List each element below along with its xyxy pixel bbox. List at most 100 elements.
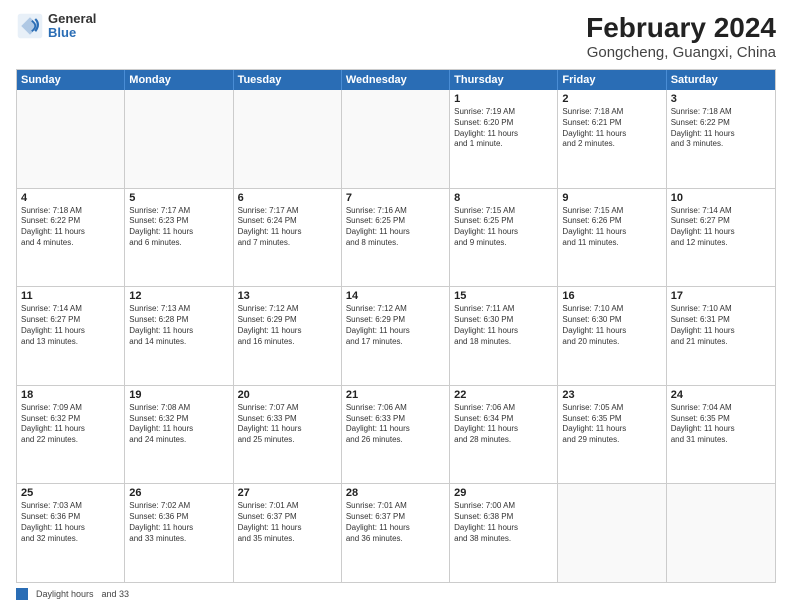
day-number: 20 [238, 389, 337, 401]
legend-suffix: and 33 [102, 589, 130, 599]
day-info: Sunrise: 7:06 AM Sunset: 6:34 PM Dayligh… [454, 403, 553, 446]
cal-header-cell: Wednesday [342, 70, 450, 90]
day-info: Sunrise: 7:17 AM Sunset: 6:23 PM Dayligh… [129, 206, 228, 249]
title-block: February 2024 Gongcheng, Guangxi, China [586, 12, 776, 61]
cal-header-cell: Monday [125, 70, 233, 90]
cal-week: 18 Sunrise: 7:09 AM Sunset: 6:32 PM Dayli… [17, 386, 775, 485]
cal-cell: 11 Sunrise: 7:14 AM Sunset: 6:27 PM Dayli… [17, 287, 125, 385]
day-info: Sunrise: 7:18 AM Sunset: 6:21 PM Dayligh… [562, 107, 661, 150]
day-number: 13 [238, 290, 337, 302]
header: General Blue February 2024 Gongcheng, Gu… [16, 12, 776, 61]
cal-cell: 26Sunrise: 7:02 AM Sunset: 6:36 PM Dayli… [125, 484, 233, 582]
day-info: Sunrise: 7:03 AM Sunset: 6:36 PM Dayligh… [21, 501, 120, 544]
day-number: 8 [454, 192, 553, 204]
cal-cell: 5 Sunrise: 7:17 AM Sunset: 6:23 PM Daylig… [125, 189, 233, 287]
legend: Daylight hours and 33 [16, 588, 776, 600]
day-info: Sunrise: 7:05 AM Sunset: 6:35 PM Dayligh… [562, 403, 661, 446]
day-number: 24 [671, 389, 771, 401]
cal-cell: 18 Sunrise: 7:09 AM Sunset: 6:32 PM Dayli… [17, 386, 125, 484]
cal-week: 11 Sunrise: 7:14 AM Sunset: 6:27 PM Dayli… [17, 287, 775, 386]
legend-box [16, 588, 28, 600]
cal-header-cell: Saturday [667, 70, 775, 90]
day-info: Sunrise: 7:08 AM Sunset: 6:32 PM Dayligh… [129, 403, 228, 446]
legend-label: Daylight hours [36, 589, 94, 599]
cal-cell: 10 Sunrise: 7:14 AM Sunset: 6:27 PM Dayli… [667, 189, 775, 287]
cal-cell: 27 Sunrise: 7:01 AM Sunset: 6:37 PM Dayli… [234, 484, 342, 582]
day-info: Sunrise: 7:10 AM Sunset: 6:30 PM Dayligh… [562, 304, 661, 347]
page: General Blue February 2024 Gongcheng, Gu… [0, 0, 792, 612]
day-number: 7 [346, 192, 445, 204]
calendar-header: SundayMondayTuesdayWednesdayThursdayFrid… [17, 70, 775, 90]
day-number: 14 [346, 290, 445, 302]
day-info: Sunrise: 7:09 AM Sunset: 6:32 PM Dayligh… [21, 403, 120, 446]
day-number: 12 [129, 290, 228, 302]
day-number: 9 [562, 192, 661, 204]
day-info: Sunrise: 7:16 AM Sunset: 6:25 PM Dayligh… [346, 206, 445, 249]
cal-cell: 16Sunrise: 7:10 AM Sunset: 6:30 PM Dayli… [558, 287, 666, 385]
day-number: 28 [346, 487, 445, 499]
logo-text: General Blue [48, 12, 96, 41]
day-info: Sunrise: 7:17 AM Sunset: 6:24 PM Dayligh… [238, 206, 337, 249]
day-info: Sunrise: 7:12 AM Sunset: 6:29 PM Dayligh… [346, 304, 445, 347]
cal-cell: 15Sunrise: 7:11 AM Sunset: 6:30 PM Dayli… [450, 287, 558, 385]
day-info: Sunrise: 7:04 AM Sunset: 6:35 PM Dayligh… [671, 403, 771, 446]
day-number: 5 [129, 192, 228, 204]
cal-cell: 23 Sunrise: 7:05 AM Sunset: 6:35 PM Dayli… [558, 386, 666, 484]
day-number: 29 [454, 487, 553, 499]
day-number: 3 [671, 93, 771, 105]
cal-week: 1 Sunrise: 7:19 AM Sunset: 6:20 PM Daylig… [17, 90, 775, 189]
day-number: 22 [454, 389, 553, 401]
cal-cell: 6 Sunrise: 7:17 AM Sunset: 6:24 PM Daylig… [234, 189, 342, 287]
day-info: Sunrise: 7:15 AM Sunset: 6:25 PM Dayligh… [454, 206, 553, 249]
day-number: 1 [454, 93, 553, 105]
cal-cell: 9 Sunrise: 7:15 AM Sunset: 6:26 PM Daylig… [558, 189, 666, 287]
day-info: Sunrise: 7:12 AM Sunset: 6:29 PM Dayligh… [238, 304, 337, 347]
day-number: 4 [21, 192, 120, 204]
calendar-body: 1 Sunrise: 7:19 AM Sunset: 6:20 PM Daylig… [17, 90, 775, 582]
day-number: 18 [21, 389, 120, 401]
cal-cell: 19Sunrise: 7:08 AM Sunset: 6:32 PM Dayli… [125, 386, 233, 484]
cal-cell [125, 90, 233, 188]
cal-header-cell: Tuesday [234, 70, 342, 90]
day-info: Sunrise: 7:18 AM Sunset: 6:22 PM Dayligh… [21, 206, 120, 249]
cal-cell [17, 90, 125, 188]
day-info: Sunrise: 7:00 AM Sunset: 6:38 PM Dayligh… [454, 501, 553, 544]
day-info: Sunrise: 7:14 AM Sunset: 6:27 PM Dayligh… [671, 206, 771, 249]
logo-icon [16, 12, 44, 40]
day-info: Sunrise: 7:15 AM Sunset: 6:26 PM Dayligh… [562, 206, 661, 249]
day-number: 25 [21, 487, 120, 499]
cal-cell [667, 484, 775, 582]
page-title: February 2024 [586, 12, 776, 44]
day-number: 23 [562, 389, 661, 401]
day-number: 2 [562, 93, 661, 105]
day-info: Sunrise: 7:19 AM Sunset: 6:20 PM Dayligh… [454, 107, 553, 150]
cal-cell [234, 90, 342, 188]
cal-cell [342, 90, 450, 188]
day-info: Sunrise: 7:02 AM Sunset: 6:36 PM Dayligh… [129, 501, 228, 544]
day-number: 11 [21, 290, 120, 302]
cal-cell: 20Sunrise: 7:07 AM Sunset: 6:33 PM Dayli… [234, 386, 342, 484]
day-number: 10 [671, 192, 771, 204]
day-number: 17 [671, 290, 771, 302]
day-number: 15 [454, 290, 553, 302]
day-number: 6 [238, 192, 337, 204]
cal-cell: 28Sunrise: 7:01 AM Sunset: 6:37 PM Dayli… [342, 484, 450, 582]
cal-cell: 13 Sunrise: 7:12 AM Sunset: 6:29 PM Dayli… [234, 287, 342, 385]
cal-header-cell: Thursday [450, 70, 558, 90]
logo-line1: General [48, 12, 96, 26]
day-number: 27 [238, 487, 337, 499]
day-info: Sunrise: 7:14 AM Sunset: 6:27 PM Dayligh… [21, 304, 120, 347]
logo: General Blue [16, 12, 96, 41]
day-number: 21 [346, 389, 445, 401]
cal-cell: 22 Sunrise: 7:06 AM Sunset: 6:34 PM Dayli… [450, 386, 558, 484]
cal-cell: 2 Sunrise: 7:18 AM Sunset: 6:21 PM Daylig… [558, 90, 666, 188]
cal-cell: 25 Sunrise: 7:03 AM Sunset: 6:36 PM Dayli… [17, 484, 125, 582]
day-info: Sunrise: 7:01 AM Sunset: 6:37 PM Dayligh… [238, 501, 337, 544]
cal-header-cell: Friday [558, 70, 666, 90]
day-info: Sunrise: 7:13 AM Sunset: 6:28 PM Dayligh… [129, 304, 228, 347]
cal-week: 4 Sunrise: 7:18 AM Sunset: 6:22 PM Daylig… [17, 189, 775, 288]
day-info: Sunrise: 7:06 AM Sunset: 6:33 PM Dayligh… [346, 403, 445, 446]
day-info: Sunrise: 7:10 AM Sunset: 6:31 PM Dayligh… [671, 304, 771, 347]
cal-cell: 12 Sunrise: 7:13 AM Sunset: 6:28 PM Dayli… [125, 287, 233, 385]
cal-cell: 8 Sunrise: 7:15 AM Sunset: 6:25 PM Daylig… [450, 189, 558, 287]
